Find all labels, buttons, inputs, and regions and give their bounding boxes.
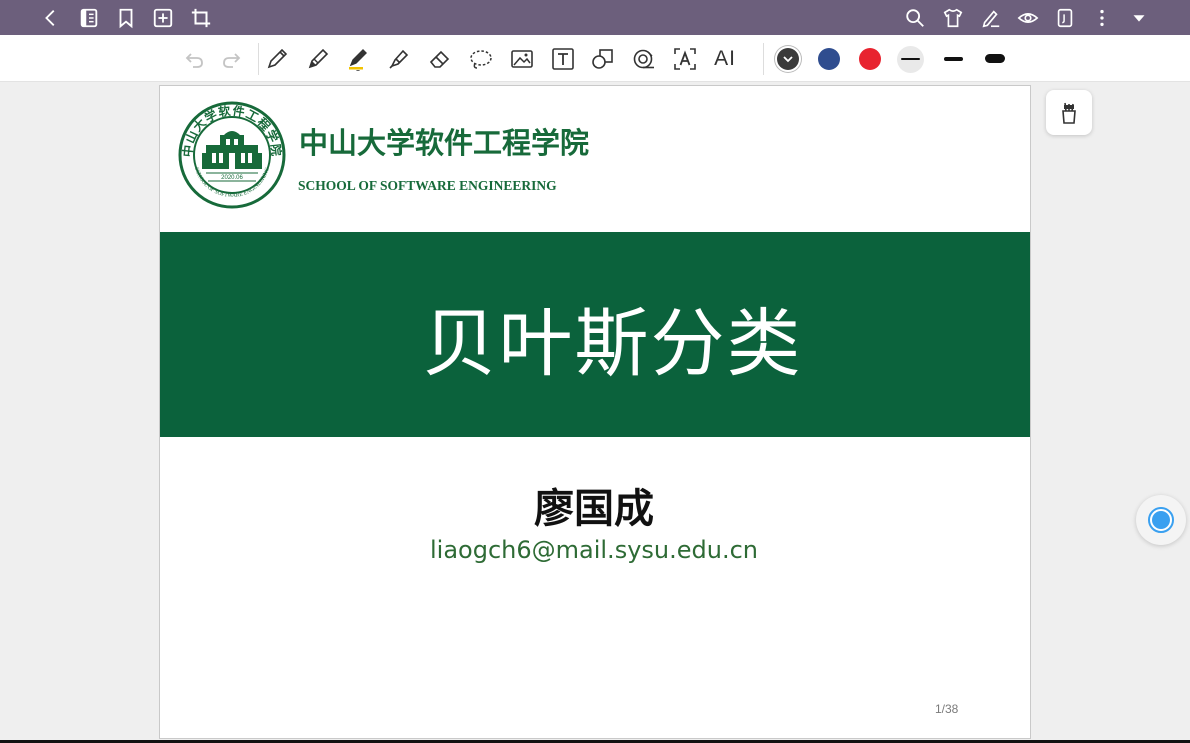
school-name-en: SCHOOL OF SOFTWARE ENGINEERING — [298, 178, 557, 193]
image-icon[interactable] — [507, 44, 537, 74]
toolbar-divider — [258, 43, 259, 75]
school-name-cn: 中山大学软件工程学院 — [299, 126, 590, 160]
add-page-icon[interactable] — [150, 5, 175, 30]
outline-icon[interactable] — [76, 5, 101, 30]
title-banner: 贝叶斯分类 — [160, 232, 1030, 437]
floating-assistant-ball[interactable] — [1136, 495, 1186, 545]
toolbar-divider — [763, 43, 764, 75]
color-swatch-red[interactable] — [859, 48, 881, 70]
color-swatch-dark-gray[interactable] — [777, 48, 799, 70]
lasso-icon[interactable] — [466, 44, 496, 74]
stroke-thin-selected[interactable] — [897, 46, 924, 73]
stroke-medium[interactable] — [944, 57, 963, 61]
author-name: 廖国成 — [534, 486, 654, 532]
highlighter-pen-icon[interactable] — [343, 44, 373, 74]
undo-icon[interactable] — [179, 44, 209, 74]
page-mode-icon[interactable] — [1052, 5, 1077, 30]
author-email: liaogch6@mail.sysu.edu.cn — [430, 536, 758, 564]
redo-icon[interactable] — [217, 44, 247, 74]
shape-icon[interactable] — [588, 44, 618, 74]
theme-shirt-icon[interactable] — [940, 5, 965, 30]
back-icon[interactable] — [38, 5, 63, 30]
stroke-thick[interactable] — [985, 54, 1005, 63]
textbox-icon[interactable] — [548, 44, 578, 74]
dropdown-icon[interactable] — [1126, 5, 1151, 30]
view-eye-icon[interactable] — [1015, 5, 1040, 30]
search-icon[interactable] — [902, 5, 927, 30]
ai-icon[interactable]: AI — [710, 44, 740, 74]
app-top-bar — [0, 0, 1190, 35]
ballpen-icon[interactable] — [262, 44, 292, 74]
color-swatch-blue[interactable] — [818, 48, 840, 70]
ocr-icon[interactable] — [670, 44, 700, 74]
pen-cup-icon — [1062, 102, 1076, 124]
more-icon[interactable] — [1089, 5, 1114, 30]
document-page[interactable]: 中山大学软件工程学院 SCHOOL OF SOFTWARE ENGINEERIN… — [159, 85, 1031, 739]
handwriting-icon[interactable] — [978, 5, 1003, 30]
assistant-ring-icon — [1148, 507, 1174, 533]
marker-icon[interactable] — [384, 44, 414, 74]
school-seal-logo: 中山大学软件工程学院 SCHOOL OF SOFTWARE ENGINEERIN… — [178, 101, 286, 209]
tape-icon[interactable] — [629, 44, 659, 74]
ai-label: AI — [714, 47, 736, 70]
crop-icon[interactable] — [188, 5, 213, 30]
pen-toolbar: AI — [0, 35, 1190, 82]
pen-holder-button[interactable] — [1046, 90, 1092, 135]
eraser-icon[interactable] — [425, 44, 455, 74]
pencil-icon[interactable] — [303, 44, 333, 74]
logo-year: 2020.06 — [221, 175, 243, 181]
slide-title: 贝叶斯分类 — [422, 301, 803, 387]
bookmark-icon[interactable] — [113, 5, 138, 30]
page-number: 1/38 — [935, 702, 959, 716]
stroke-thin-line — [901, 58, 920, 60]
